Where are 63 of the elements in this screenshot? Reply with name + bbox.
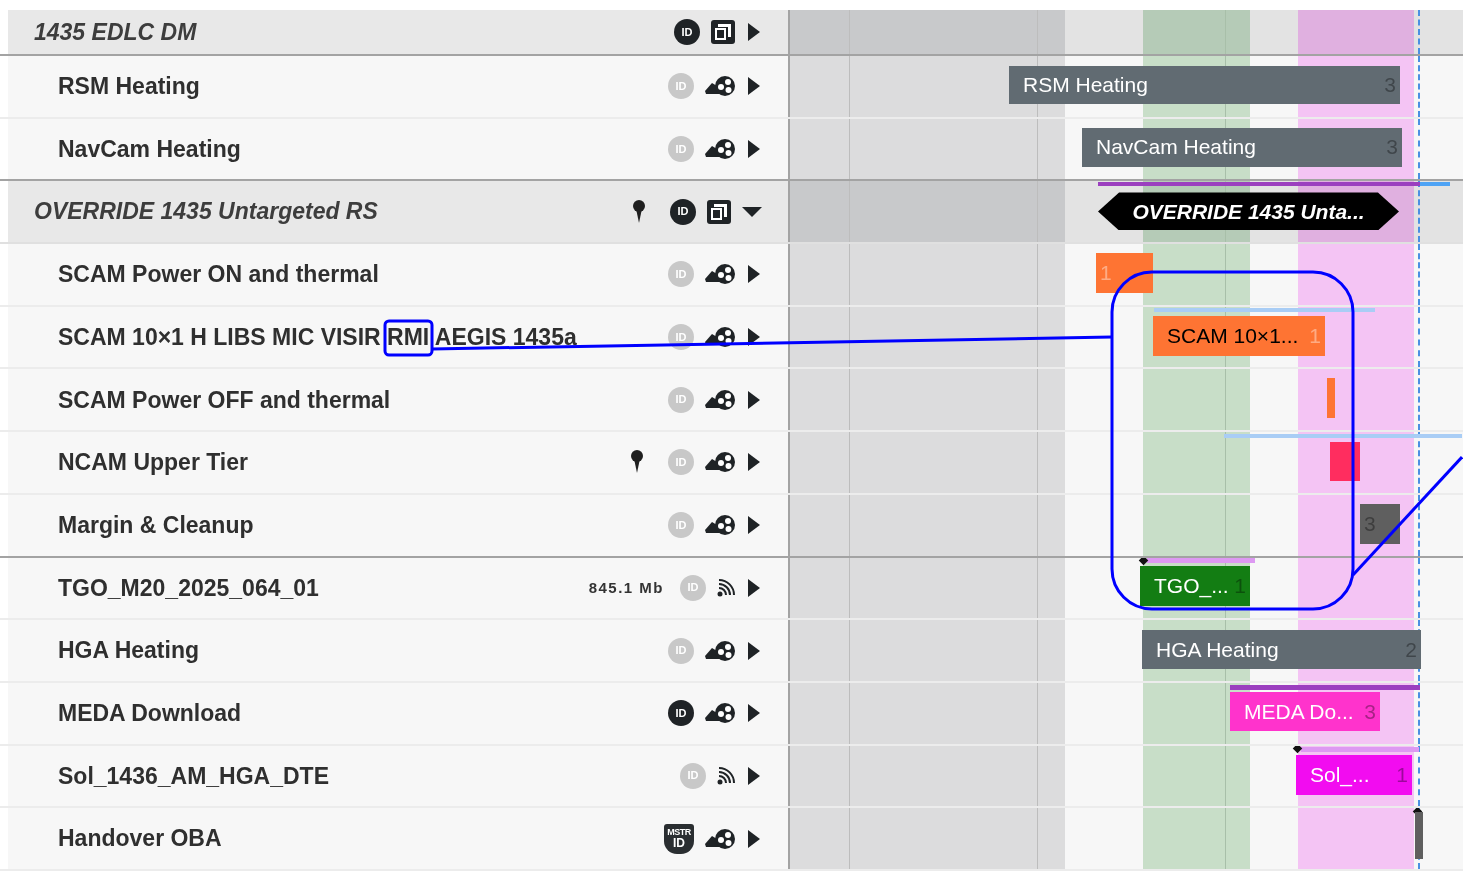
group-bar[interactable]: OVERRIDE 1435 Unta...: [1098, 192, 1399, 231]
now-line: [1418, 10, 1420, 54]
cloud-icon: [704, 388, 736, 411]
activity-bar[interactable]: Sol_... 1: [1296, 754, 1412, 795]
bar-count: 1: [1309, 323, 1321, 349]
caret-icon[interactable]: [746, 328, 762, 347]
row-title: SCAM 10×1 H LIBS MIC VISIR RMI AEGIS 1435a: [58, 322, 577, 352]
row-title: SCAM Power ON and thermal: [58, 260, 379, 290]
bar-count: 3: [1364, 698, 1376, 725]
row-title: RSM Heating: [58, 72, 200, 102]
bar-label: TGO_...: [1154, 572, 1229, 600]
row-title: NCAM Upper Tier: [58, 448, 248, 478]
cloud-icon: [704, 514, 736, 537]
activity-bar[interactable]: SCAM 10×1... 1: [1153, 315, 1325, 356]
cloud-icon: [704, 263, 736, 286]
bar-label: Sol_...: [1310, 761, 1370, 789]
caret-icon[interactable]: [746, 516, 762, 535]
bar-label: MEDA Do...: [1244, 698, 1354, 725]
bar-label: SCAM 10×1...: [1167, 323, 1299, 349]
caret-icon[interactable]: [746, 140, 762, 159]
stack-icon: [706, 198, 732, 225]
caret-icon[interactable]: [746, 77, 762, 96]
caret-icon[interactable]: [746, 704, 762, 723]
master-id-badge: MSTR ID: [664, 823, 694, 854]
id-badge: ID: [668, 700, 694, 727]
caret-icon[interactable]: [746, 23, 762, 41]
bar-count: 1: [1100, 260, 1112, 287]
caret-icon[interactable]: [746, 390, 762, 409]
cloud-icon: [704, 326, 736, 349]
id-badge: ID: [670, 198, 696, 225]
bar-label: RSM Heating: [1023, 72, 1148, 99]
caret-icon[interactable]: [746, 766, 762, 785]
file-size: 845.1 Mb: [588, 577, 664, 598]
caret-icon[interactable]: [746, 641, 762, 660]
row-title: HGA Heating: [58, 636, 199, 666]
caret-icon[interactable]: [746, 453, 762, 472]
row-title: Sol_1436_AM_HGA_DTE: [58, 761, 329, 791]
bar-label: OVERRIDE 1435 Unta...: [1132, 198, 1365, 225]
stack-icon: [710, 19, 736, 45]
cloud-icon: [704, 639, 736, 662]
caret-icon[interactable]: [746, 578, 762, 597]
caret-icon[interactable]: [746, 829, 762, 848]
bar-label: NavCam Heating: [1096, 134, 1256, 161]
row-title: NavCam Heating: [58, 134, 241, 164]
feed-icon: [716, 577, 736, 598]
bar-label: HGA Heating: [1156, 636, 1279, 663]
id-badge: ID: [674, 19, 700, 45]
group-title: 1435 EDLC DM: [34, 17, 197, 47]
cloud-icon: [704, 827, 736, 850]
feed-icon: [716, 765, 736, 786]
cloud-icon: [704, 138, 736, 161]
activity-bar[interactable]: MEDA Do... 3: [1230, 691, 1380, 731]
row-title: TGO_M20_2025_064_01: [58, 573, 319, 603]
row-title: SCAM Power OFF and thermal: [58, 385, 391, 415]
group-title: OVERRIDE 1435 Untargeted RS: [34, 197, 378, 227]
cloud-icon: [704, 451, 736, 474]
cloud-icon: [704, 702, 736, 725]
row-title: Margin & Cleanup: [58, 510, 254, 540]
row-title: MEDA Download: [58, 698, 242, 728]
cloud-icon: [704, 75, 736, 98]
caret-icon[interactable]: [746, 265, 762, 284]
bar-count: 1: [1396, 761, 1408, 788]
row-title: Handover OBA: [58, 824, 222, 854]
